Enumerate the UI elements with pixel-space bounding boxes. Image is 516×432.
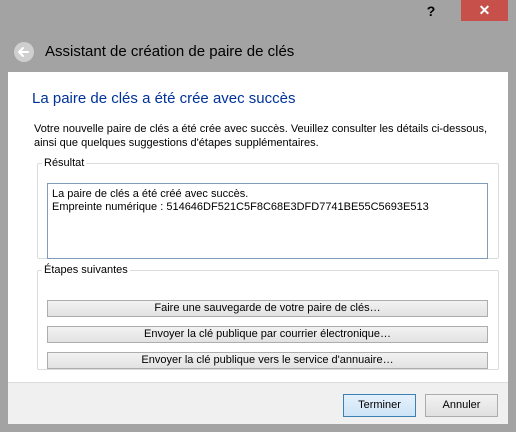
- next-steps-group: Étapes suivantes Faire une sauvegarde de…: [37, 264, 499, 370]
- title-bar: ? ✕: [0, 0, 516, 30]
- close-button[interactable]: ✕: [461, 0, 508, 21]
- back-button[interactable]: [14, 42, 34, 62]
- email-public-key-button[interactable]: Envoyer la clé publique par courrier éle…: [47, 326, 488, 343]
- wizard-footer: Terminer Annuler: [8, 382, 508, 424]
- wizard-header: Assistant de création de paire de clés: [8, 30, 508, 72]
- result-line-fingerprint: Empreinte numérique : 514646DF521C5F8C68…: [52, 201, 429, 213]
- cancel-button[interactable]: Annuler: [425, 394, 498, 417]
- page-title: La paire de clés a été crée avec succès: [32, 90, 296, 107]
- finish-button[interactable]: Terminer: [343, 394, 416, 417]
- upload-directory-button[interactable]: Envoyer la clé publique vers le service …: [47, 352, 488, 369]
- result-group: Résultat La paire de clés a été créé ave…: [37, 157, 499, 259]
- wizard-content: La paire de clés a été crée avec succès …: [8, 72, 508, 382]
- result-legend: Résultat: [44, 157, 85, 169]
- result-textbox[interactable]: La paire de clés a été créé avec succès.…: [47, 183, 488, 259]
- wizard-title: Assistant de création de paire de clés: [45, 43, 295, 60]
- page-description: Votre nouvelle paire de clés a été crée …: [34, 123, 488, 149]
- next-steps-legend: Étapes suivantes: [44, 264, 128, 276]
- help-button[interactable]: ?: [408, 0, 454, 22]
- result-line-status: La paire de clés a été créé avec succès.: [52, 188, 249, 200]
- back-arrow-icon: [18, 47, 29, 57]
- backup-keypair-button[interactable]: Faire une sauvegarde de votre paire de c…: [47, 300, 488, 317]
- wizard-window: ? ✕ Assistant de création de paire de cl…: [0, 0, 516, 432]
